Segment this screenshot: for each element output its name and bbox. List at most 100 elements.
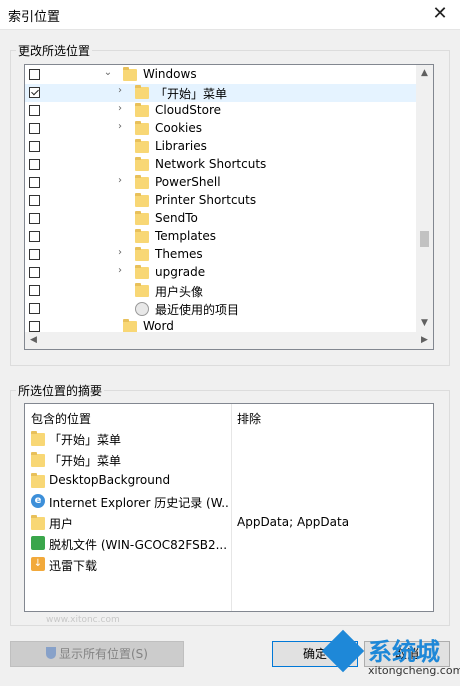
summary-row[interactable]: 用户 AppData; AppData [25,512,433,533]
watermark-url: xitongcheng.com [368,664,460,677]
summary-row[interactable]: 「开始」菜单 [25,428,433,449]
expand-chevron-icon[interactable]: › [115,103,125,114]
folder-icon [135,85,149,99]
recent-items-icon [135,302,149,316]
folder-icon [31,452,45,467]
summary-row-exclude: AppData; AppData [237,515,350,529]
watermark-logo: 系统城 xitongcheng.com [321,629,460,686]
folder-icon [135,211,149,225]
summary-label: 所选位置的摘要 [16,382,105,399]
tree-checkbox[interactable] [29,141,40,152]
expand-chevron-icon[interactable]: › [115,247,125,258]
tree-row-label: Windows [143,67,197,81]
folder-icon [31,473,45,488]
folder-icon [135,103,149,117]
scroll-right-arrow-icon[interactable]: ▶ [416,332,433,349]
scroll-left-arrow-icon[interactable]: ◀ [25,332,42,349]
folder-icon [135,229,149,243]
tree-row-label: CloudStore [155,103,221,117]
scroll-down-arrow-icon[interactable]: ▼ [416,315,433,332]
tree-vertical-scrollbar[interactable]: ▲ ▼ [416,65,433,332]
summary-row[interactable]: ↓ 迅雷下载 [25,554,433,575]
expand-chevron-icon[interactable]: › [115,265,125,276]
tree-row-label: upgrade [155,265,206,279]
ie-icon: e [31,494,45,508]
summary-row[interactable]: e Internet Explorer 历史记录 (W... [25,491,433,512]
folder-icon [135,265,149,279]
tree-checkbox[interactable] [29,159,40,170]
download-icon: ↓ [31,557,45,571]
tree-checkbox[interactable] [29,285,40,296]
tree-checkbox[interactable] [29,69,40,80]
tree-checkbox[interactable] [29,123,40,134]
tree-horizontal-scrollbar[interactable]: ◀ ▶ [25,332,433,349]
tree-row[interactable]: 最近使用的项目 [25,300,417,318]
summary-row-name: 「开始」菜单 [49,454,122,468]
tree-checkbox[interactable] [29,303,40,314]
tree-row[interactable]: Libraries [25,138,417,156]
summary-row-name: DesktopBackground [49,473,171,487]
tree-row-label: 「开始」菜单 [155,87,228,101]
scroll-up-arrow-icon[interactable]: ▲ [416,65,433,82]
change-locations-label: 更改所选位置 [16,42,93,59]
column-header-excluded[interactable]: 排除 [237,410,261,427]
tree-checkbox[interactable] [29,321,40,332]
tree-row[interactable]: › Cookies [25,120,417,138]
tree-checkbox[interactable] [29,267,40,278]
tree-row[interactable]: › upgrade [25,264,417,282]
summary-row-name: 用户 [49,517,74,531]
tree-row[interactable]: SendTo [25,210,417,228]
tree-row[interactable]: ⌄ Windows [25,66,417,84]
tree-checkbox[interactable] [29,249,40,260]
logo-diamond-icon [321,629,365,673]
folder-icon [135,175,149,189]
summary-row[interactable]: 脱机文件 (WIN-GCOC82FSB2... [25,533,433,554]
summary-row-name: 迅雷下载 [49,559,98,573]
folder-icon [123,319,137,332]
title-bar: 索引位置 ✕ [0,0,460,30]
column-header-included[interactable]: 包含的位置 [31,410,91,427]
expand-chevron-icon[interactable]: › [115,175,125,186]
folder-icon [135,121,149,135]
tree-row[interactable]: › PowerShell [25,174,417,192]
summary-row-name: Internet Explorer 历史记录 (W... [49,496,229,510]
show-all-label: 显示所有位置(S) [59,647,148,661]
tree-row-label: SendTo [155,211,198,225]
expand-chevron-icon[interactable]: › [115,121,125,132]
tree-checkbox[interactable] [29,195,40,206]
close-button[interactable]: ✕ [420,0,460,30]
folder-icon [135,283,149,297]
tree-row[interactable]: › Themes [25,246,417,264]
tree-row-label: 最近使用的项目 [155,303,240,317]
scroll-thumb[interactable] [420,231,429,247]
tree-row[interactable]: Templates [25,228,417,246]
tree-row-label: Templates [155,229,217,243]
tree-row-label: Themes [155,247,203,261]
tree-checkbox[interactable] [29,213,40,224]
summary-row-name: 脱机文件 (WIN-GCOC82FSB2... [49,538,228,552]
faint-watermark: www.xitonc.com [46,615,120,625]
tree-row[interactable]: Printer Shortcuts [25,192,417,210]
tree-row-label: Printer Shortcuts [155,193,257,207]
tree-row[interactable]: › CloudStore [25,102,417,120]
tree-row-label: Cookies [155,121,202,135]
expand-chevron-icon[interactable]: › [115,85,125,96]
tree-row[interactable]: 用户头像 [25,282,417,300]
folder-icon [135,193,149,207]
summary-row[interactable]: 「开始」菜单 [25,449,433,470]
watermark-brand: 系统城 [368,638,440,666]
tree-checkbox[interactable] [29,105,40,116]
tree-row[interactable]: › 「开始」菜单 [25,84,417,102]
tree-row-label: PowerShell [155,175,221,189]
tree-checkbox[interactable] [29,87,40,98]
show-all-locations-button[interactable]: 显示所有位置(S) [10,641,184,667]
summary-row-name: 「开始」菜单 [49,433,122,447]
tree-checkbox[interactable] [29,231,40,242]
summary-row[interactable]: DesktopBackground [25,470,433,491]
tree-checkbox[interactable] [29,177,40,188]
summary-list[interactable]: 包含的位置 排除 「开始」菜单 「开始」菜单 DesktopBackground e I… [24,403,434,612]
collapse-chevron-icon[interactable]: ⌄ [103,67,113,78]
locations-tree[interactable]: ⌄ Windows › 「开始」菜单 › CloudStore › Cookies Librar… [24,64,434,350]
tree-row[interactable]: Word [25,318,417,332]
tree-row[interactable]: Network Shortcuts [25,156,417,174]
